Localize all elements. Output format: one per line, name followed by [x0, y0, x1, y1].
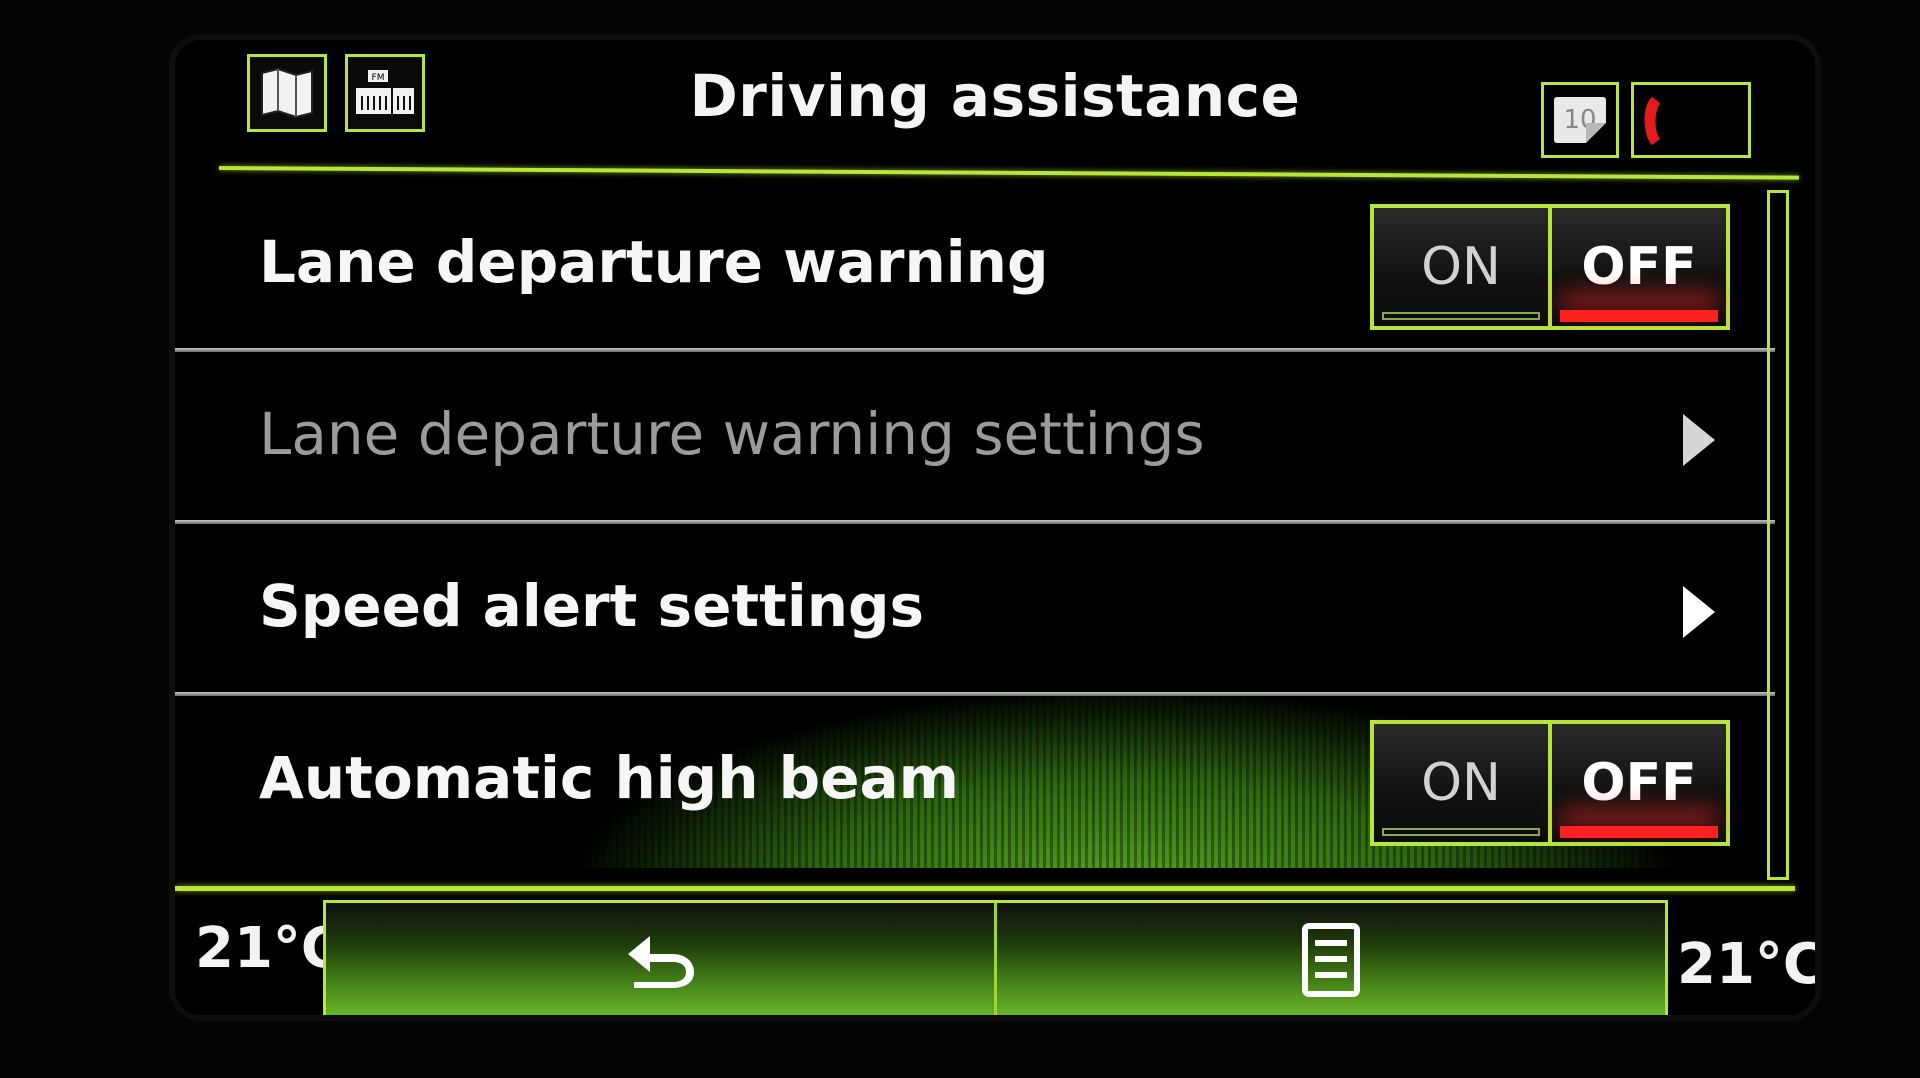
footer-divider	[175, 886, 1795, 891]
high-beam-toggle[interactable]: ON OFF	[1370, 720, 1730, 846]
back-arrow-icon	[628, 936, 694, 988]
list-menu-icon	[1302, 923, 1360, 997]
toggle-off-option[interactable]: OFF	[1552, 208, 1726, 326]
chevron-right-icon	[1683, 586, 1715, 638]
row-lane-departure-settings[interactable]: Lane departure warning settings	[175, 352, 1775, 524]
scrollbar[interactable]	[1767, 190, 1789, 880]
settings-list: Lane departure warning ON OFF Lane depar…	[175, 180, 1775, 880]
row-label: Automatic high beam	[259, 744, 960, 812]
footer-button-bar	[323, 900, 1668, 1015]
infotainment-screen: FM Driving assistance 10 Lane departure …	[175, 40, 1815, 1015]
toggle-on-indicator	[1382, 828, 1540, 836]
calendar-button[interactable]: 10	[1541, 82, 1619, 158]
calendar-icon: 10	[1554, 97, 1606, 143]
row-automatic-high-beam: Automatic high beam ON OFF	[175, 696, 1765, 868]
toggle-on-label: ON	[1421, 753, 1501, 813]
row-speed-alert-settings[interactable]: Speed alert settings	[175, 524, 1775, 696]
phone-button[interactable]	[1631, 82, 1751, 158]
chevron-right-icon	[1683, 414, 1715, 466]
toggle-off-indicator	[1560, 826, 1718, 838]
toggle-on-indicator	[1382, 312, 1540, 320]
temperature-right[interactable]: 21°C	[1677, 932, 1815, 997]
row-label: Speed alert settings	[259, 572, 925, 640]
phone-icon	[1644, 97, 1660, 145]
row-label: Lane departure warning	[259, 228, 1049, 296]
header: FM Driving assistance 10	[175, 40, 1815, 160]
back-button[interactable]	[326, 903, 997, 1015]
toggle-on-option[interactable]: ON	[1374, 724, 1552, 842]
header-divider	[218, 166, 1799, 180]
toggle-off-label: OFF	[1581, 237, 1697, 297]
menu-button[interactable]	[997, 903, 1665, 1015]
row-label: Lane departure warning settings	[259, 400, 1205, 468]
toggle-off-label: OFF	[1581, 753, 1697, 813]
lane-departure-toggle[interactable]: ON OFF	[1370, 204, 1730, 330]
row-lane-departure-warning: Lane departure warning ON OFF	[175, 180, 1775, 352]
toggle-on-label: ON	[1421, 237, 1501, 297]
toggle-on-option[interactable]: ON	[1374, 208, 1552, 326]
toggle-off-indicator	[1560, 310, 1718, 322]
temperature-left[interactable]: 21°C	[195, 916, 342, 981]
calendar-day: 10	[1563, 105, 1597, 135]
toggle-off-option[interactable]: OFF	[1552, 724, 1726, 842]
